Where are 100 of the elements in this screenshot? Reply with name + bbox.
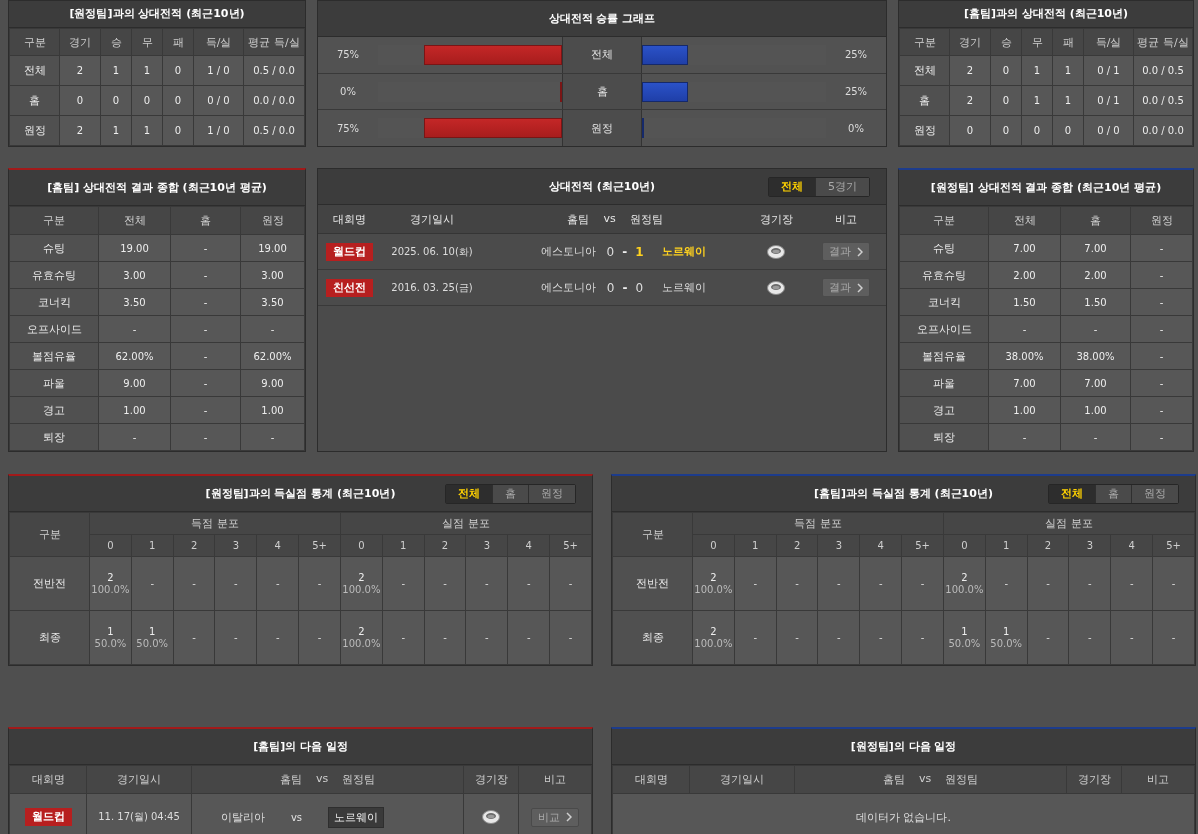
table-cell: - — [568, 632, 573, 643]
home-score: 0 — [606, 244, 615, 259]
table-cell: 0.5 / 0.0 — [243, 115, 305, 146]
table-cell: - — [753, 632, 758, 643]
row-header: 경고 — [9, 396, 99, 424]
column-header: 대회명 — [9, 765, 87, 794]
row-header: 최종 — [612, 610, 693, 665]
table-cell: 0 — [949, 115, 991, 146]
table-cell: - — [1171, 578, 1176, 589]
table-cell: 1 — [1021, 55, 1053, 86]
table-cell: 3.00 — [240, 261, 305, 289]
table-cell: 62.00% — [98, 342, 171, 370]
table-cell: - — [275, 578, 280, 589]
table-cell: 2.00 — [1060, 261, 1131, 289]
column-header: 전체 — [988, 206, 1061, 235]
column-header: 패 — [1052, 28, 1084, 56]
table-cell: 0 / 1 — [1083, 55, 1134, 86]
table-cell: 19.00 — [98, 234, 171, 262]
column-header: 경기 — [949, 28, 991, 56]
table-cell: 7.00 — [988, 369, 1061, 397]
table-cell: - — [837, 578, 841, 589]
table-cell: 0.0 / 0.5 — [1133, 85, 1193, 116]
panel-title: [홈팀]과의 득실점 통계 (최근10년) — [814, 486, 993, 501]
column-header: 경기장 — [463, 765, 519, 794]
column-header: 구분 — [9, 512, 90, 557]
column-header: 홈팀 — [567, 211, 590, 227]
result-button[interactable]: 결과 — [822, 242, 870, 261]
table-cell: - — [1130, 423, 1193, 451]
table-cell: 0 — [59, 85, 101, 116]
table-cell: - — [170, 342, 241, 370]
table-cell: 9.00 — [240, 369, 305, 397]
table-cell: - — [170, 261, 241, 289]
result-button[interactable]: 결과 — [822, 278, 870, 297]
row-header: 슈팅 — [9, 234, 99, 262]
column-header: 경기 — [59, 28, 101, 56]
chevron-right-icon — [857, 246, 863, 257]
table-cell: - — [526, 632, 531, 643]
row-header: 원정 — [562, 110, 642, 146]
goal-percent: 100.0% — [693, 583, 734, 596]
column-header: 구분 — [612, 512, 693, 557]
table-cell: 1 / 0 — [193, 115, 244, 146]
table-cell: - — [1130, 369, 1193, 397]
panel-title: [원정팀]과의 상대전적 (최근10년) — [9, 1, 305, 28]
table-cell: 19.00 — [240, 234, 305, 262]
tab[interactable]: 원정 — [528, 484, 575, 503]
stadium-icon — [767, 244, 785, 259]
column-header: vs — [603, 211, 616, 227]
tab[interactable]: 전체 — [769, 177, 815, 196]
table-cell: - — [317, 632, 322, 643]
percent-label: 25% — [843, 49, 869, 61]
table-cell: 1.00 — [988, 396, 1061, 424]
tab[interactable]: 5경기 — [815, 177, 869, 196]
table-cell: 1.00 — [1060, 396, 1131, 424]
tab[interactable]: 전체 — [446, 484, 492, 503]
table-cell: - — [443, 632, 447, 643]
row-header: 홈 — [899, 85, 950, 116]
tab[interactable]: 원정 — [1131, 484, 1178, 503]
table-cell: - — [234, 578, 238, 589]
table-cell: 62.00% — [240, 342, 305, 370]
table-cell: - — [192, 578, 196, 589]
column-header: vs — [918, 772, 932, 787]
percent-label: 0% — [847, 122, 865, 134]
row-header: 유효슈팅 — [899, 261, 989, 289]
table-cell: - — [1046, 578, 1050, 589]
goal-percent: 50.0% — [135, 637, 170, 650]
row-header: 오프사이드 — [9, 315, 99, 343]
table-cell: - — [98, 423, 171, 451]
column-header: 비고 — [518, 765, 592, 794]
column-header: 홈팀 — [279, 772, 302, 787]
column-header: 원정 — [1130, 206, 1193, 235]
table-cell: - — [1129, 632, 1134, 643]
table-cell: - — [988, 423, 1061, 451]
table-cell: - — [1129, 578, 1134, 589]
table-cell: 3.50 — [240, 288, 305, 316]
goal-percent: 100.0% — [341, 637, 382, 650]
stadium-icon — [767, 280, 785, 295]
column-header: 경기장 — [746, 205, 806, 234]
tab[interactable]: 전체 — [1049, 484, 1095, 503]
away-score: 1 — [635, 244, 644, 259]
column-header: 원정팀 — [945, 772, 979, 787]
table-cell: 0 — [100, 85, 132, 116]
table-cell: - — [1130, 234, 1193, 262]
table-cell: 3.50 — [98, 288, 171, 316]
compare-button[interactable]: 비교 — [531, 807, 579, 827]
row-header: 유효슈팅 — [9, 261, 99, 289]
away-team: 노르웨이 — [328, 806, 385, 828]
chevron-right-icon — [857, 282, 863, 293]
table-cell: - — [1130, 396, 1193, 424]
table-cell: - — [1060, 315, 1131, 343]
away-score: 0 — [635, 280, 644, 295]
table-cell: - — [878, 632, 883, 643]
table-cell: 0.0 / 0.0 — [243, 85, 305, 116]
home-team: 에스토니아 — [541, 244, 596, 259]
match-date: 11. 17(월) 04:45 — [98, 811, 180, 822]
table-cell: - — [150, 578, 155, 589]
table-cell: - — [317, 578, 322, 589]
table-cell: 0.0 / 0.5 — [1133, 55, 1193, 86]
table-cell: 1 — [1052, 55, 1084, 86]
table-cell: - — [988, 315, 1061, 343]
column-header: 전체 — [98, 206, 171, 235]
